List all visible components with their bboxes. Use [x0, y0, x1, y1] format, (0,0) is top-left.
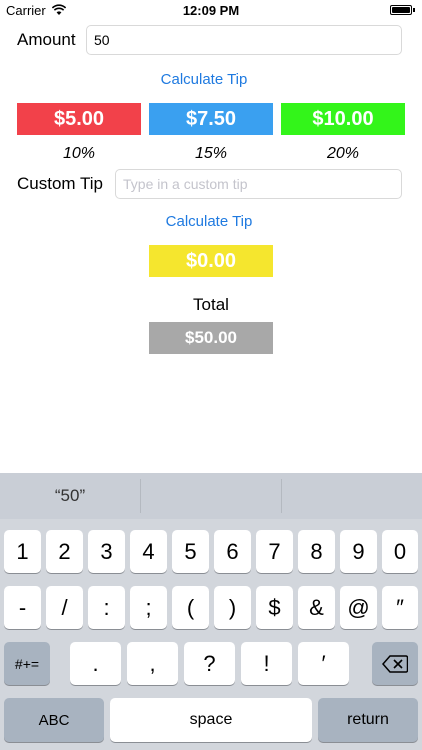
tip-15-box: $7.50 [149, 103, 273, 135]
space-key[interactable]: space [110, 698, 312, 742]
key-6[interactable]: 6 [214, 530, 251, 573]
backspace-key[interactable] [372, 642, 418, 685]
key-2[interactable]: 2 [46, 530, 83, 573]
key-0[interactable]: 0 [382, 530, 418, 573]
tip-10-percent: 10% [62, 145, 96, 162]
suggestion-1[interactable]: “50” [0, 473, 140, 519]
key-at[interactable]: @ [340, 586, 377, 629]
key-open-paren[interactable]: ( [172, 586, 209, 629]
key-colon[interactable]: : [88, 586, 125, 629]
suggestion-2[interactable] [141, 473, 281, 519]
key-8[interactable]: 8 [298, 530, 335, 573]
tip-10-box: $5.00 [17, 103, 141, 135]
custom-tip-result: $0.00 [149, 245, 273, 277]
key-hyphen[interactable]: - [4, 586, 41, 629]
key-period[interactable]: . [70, 642, 121, 685]
key-dollar[interactable]: $ [256, 586, 293, 629]
battery-icon [390, 5, 412, 15]
tip-20-box: $10.00 [281, 103, 405, 135]
key-3[interactable]: 3 [88, 530, 125, 573]
backspace-icon [382, 654, 408, 673]
key-comma[interactable]: , [127, 642, 178, 685]
abc-key[interactable]: ABC [4, 698, 104, 742]
calculate-custom-tip-button[interactable]: Calculate Tip [0, 213, 418, 230]
key-1[interactable]: 1 [4, 530, 41, 573]
key-5[interactable]: 5 [172, 530, 209, 573]
status-time: 12:09 PM [182, 3, 240, 18]
custom-tip-label: Custom Tip [17, 174, 103, 193]
total-amount: $50.00 [149, 322, 273, 354]
amount-label: Amount [17, 30, 76, 49]
key-close-paren[interactable]: ) [214, 586, 251, 629]
amount-input[interactable]: 50 [86, 25, 402, 55]
suggestion-3[interactable] [282, 473, 422, 519]
return-key[interactable]: return [318, 698, 418, 742]
key-7[interactable]: 7 [256, 530, 293, 573]
status-bar: Carrier 12:09 PM [0, 0, 422, 22]
key-question[interactable]: ? [184, 642, 235, 685]
key-exclamation[interactable]: ! [241, 642, 292, 685]
key-semicolon[interactable]: ; [130, 586, 167, 629]
key-ampersand[interactable]: & [298, 586, 335, 629]
key-9[interactable]: 9 [340, 530, 377, 573]
battery-tip [413, 8, 415, 12]
calculate-tip-button[interactable]: Calculate Tip [0, 71, 408, 88]
key-double-quote[interactable]: ″ [382, 586, 418, 629]
key-more-symbols[interactable]: #+= [4, 642, 50, 685]
custom-tip-input[interactable]: Type in a custom tip [115, 169, 402, 199]
tip-15-percent: 15% [194, 145, 228, 162]
key-slash[interactable]: / [46, 586, 83, 629]
key-4[interactable]: 4 [130, 530, 167, 573]
total-label: Total [193, 295, 229, 314]
key-apostrophe[interactable]: ′ [298, 642, 349, 685]
tip-20-percent: 20% [326, 145, 360, 162]
